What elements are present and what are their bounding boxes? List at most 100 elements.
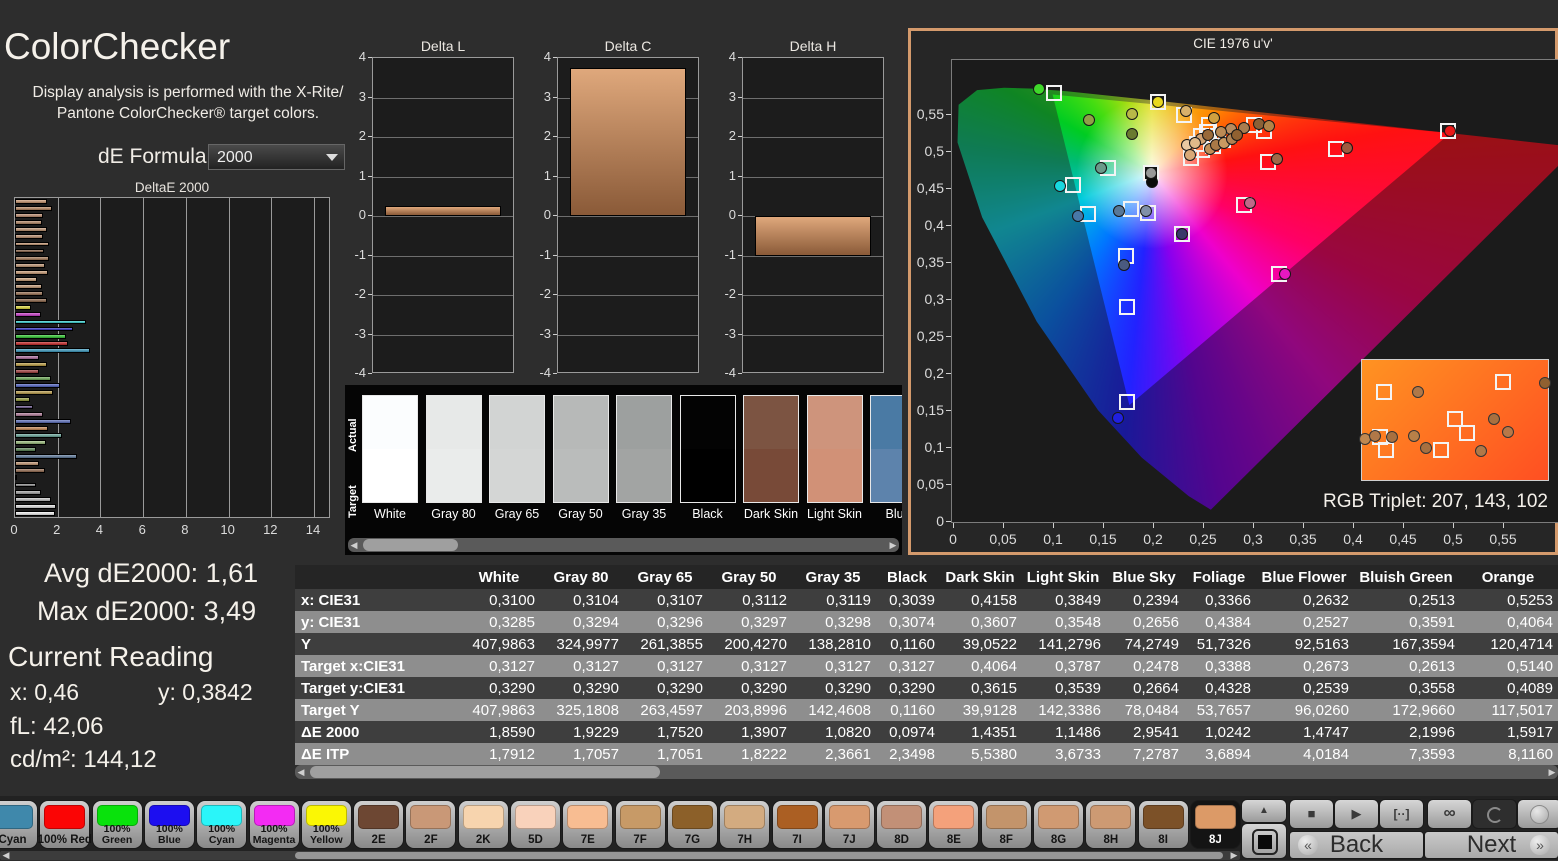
- swatch-actual: [427, 396, 481, 449]
- max-de2000-value: Max dE2000: 3,49: [37, 596, 256, 627]
- table-cell: 0,2656: [1109, 611, 1187, 633]
- single-measure-button[interactable]: [··]: [1380, 800, 1423, 828]
- play-button[interactable]: ▶: [1335, 800, 1378, 828]
- y-tick-label: 0: [527, 207, 551, 222]
- current-reading-label: Current Reading: [8, 641, 213, 673]
- patch-button-8j[interactable]: 8J: [1191, 801, 1240, 848]
- scroll-right-icon[interactable]: ▶: [1228, 849, 1240, 861]
- patch-button-7j[interactable]: 7J: [825, 801, 874, 848]
- patch-label: 2E: [350, 835, 407, 846]
- stop-button[interactable]: ■: [1290, 800, 1333, 828]
- patch-button-8d[interactable]: 8D: [877, 801, 926, 848]
- table-cell: 0,4384: [1187, 611, 1259, 633]
- patch-button-2k[interactable]: 2K: [459, 801, 508, 848]
- circle-icon: [1530, 805, 1549, 824]
- scroll-right-icon[interactable]: ▶: [887, 539, 899, 551]
- target-marker: [1046, 85, 1062, 101]
- scroll-left-icon[interactable]: ◀: [348, 539, 360, 551]
- table-cell: 74,2749: [1109, 633, 1187, 655]
- pattern-window-button[interactable]: [1242, 824, 1286, 858]
- scroll-up-button[interactable]: ▲: [1242, 800, 1286, 822]
- table-cell: 261,3855: [627, 633, 711, 655]
- cie-x-tick-label: 0,4: [1333, 531, 1373, 547]
- table-cell: 1,7912: [463, 743, 543, 765]
- cie-diagram-panel: CIE 1976 u'v' RGB Triplet: 207, 143, 102…: [908, 28, 1558, 555]
- back-arrow-icon: «: [1298, 835, 1318, 855]
- y-tick-label: 2: [712, 128, 736, 143]
- measured-point-marker: [1180, 105, 1192, 117]
- patch-button-7g[interactable]: 7G: [668, 801, 717, 848]
- cie-x-tick-label: 0,45: [1383, 531, 1423, 547]
- x-tick-label: 8: [173, 522, 197, 537]
- patch-button-cyan[interactable]: Cyan: [0, 801, 37, 848]
- patch-button-100-cyan[interactable]: 100%Cyan: [197, 801, 246, 848]
- pattern-frame-icon: [1252, 829, 1278, 855]
- gridline: [743, 295, 883, 296]
- patch-button-2f[interactable]: 2F: [406, 801, 455, 848]
- table-cell: 1,9229: [543, 721, 627, 743]
- deltae-bar: [15, 426, 48, 431]
- y-tick: [368, 294, 372, 295]
- measured-point-marker: [1208, 112, 1220, 124]
- inset-measured-marker: [1475, 445, 1487, 457]
- table-scrollbar-thumb[interactable]: [310, 766, 660, 778]
- y-tick: [553, 334, 557, 335]
- cie-y-tick-label: 0,25: [911, 328, 944, 344]
- patch-button-8g[interactable]: 8G: [1034, 801, 1083, 848]
- scroll-left-icon[interactable]: ◀: [0, 849, 12, 861]
- table-scrollbar[interactable]: ◀ ▶: [295, 765, 1558, 779]
- table-cell: 96,0260: [1259, 699, 1357, 721]
- continuous-measure-button[interactable]: ∞: [1428, 800, 1471, 828]
- table-cell: 39,0522: [943, 633, 1025, 655]
- patch-button-100-green[interactable]: 100%Green: [93, 801, 142, 848]
- swatch-scrollbar-thumb[interactable]: [363, 539, 458, 551]
- patch-button-7e[interactable]: 7E: [563, 801, 612, 848]
- de-formula-dropdown[interactable]: 2000: [208, 144, 345, 170]
- scroll-left-icon[interactable]: ◀: [295, 766, 307, 778]
- patch-button-100-yellow[interactable]: 100%Yellow: [302, 801, 351, 848]
- patch-button-5d[interactable]: 5D: [511, 801, 560, 848]
- swatch-scrollbar[interactable]: ◀ ▶: [348, 538, 899, 552]
- table-row: ΔE ITP1,79121,70571,70511,82222,36612,34…: [295, 743, 1558, 765]
- patch-button-100-blue[interactable]: 100%Blue: [145, 801, 194, 848]
- blank-button[interactable]: [1518, 800, 1558, 828]
- table-cell: 0,4064: [943, 655, 1025, 677]
- table-cell: 0,1160: [879, 633, 943, 655]
- column-header: Orange: [1463, 565, 1558, 589]
- inset-measured-marker: [1420, 442, 1432, 454]
- patch-button-7i[interactable]: 7I: [773, 801, 822, 848]
- patch-label: 100%Magenta: [246, 824, 303, 846]
- patch-scrollbar-thumb[interactable]: [295, 852, 1223, 859]
- cie-y-tick-label: 0,15: [911, 402, 944, 418]
- patch-label: 8G: [1030, 835, 1087, 846]
- patch-label: 2F: [402, 835, 459, 846]
- patch-button-8e[interactable]: 8E: [929, 801, 978, 848]
- back-button[interactable]: « Back: [1290, 832, 1423, 858]
- x-tick-label: 0: [2, 522, 26, 537]
- measured-point-marker: [1072, 210, 1084, 222]
- measured-point-marker: [1263, 120, 1275, 132]
- refresh-button[interactable]: [1473, 800, 1516, 828]
- x-tick-label: 2: [45, 522, 69, 537]
- cie-y-tick-label: 0,2: [911, 365, 944, 381]
- table-cell: 0,5253: [1463, 589, 1558, 611]
- next-button[interactable]: Next »: [1425, 832, 1558, 858]
- x-tick-label: 12: [258, 522, 282, 537]
- cie-x-tick: [1503, 523, 1504, 528]
- scroll-right-icon[interactable]: ▶: [1546, 766, 1558, 778]
- y-tick-label: 4: [527, 49, 551, 64]
- patch-button-8h[interactable]: 8H: [1086, 801, 1135, 848]
- y-tick-label: 0: [342, 207, 366, 222]
- measured-point-marker: [1279, 268, 1291, 280]
- patch-scrollbar[interactable]: ◀ ▶: [0, 851, 1240, 860]
- patch-button-100-red[interactable]: 100% Red: [40, 801, 89, 848]
- patch-button-8i[interactable]: 8I: [1139, 801, 1188, 848]
- deltae-bar: [15, 412, 43, 417]
- inset-measured-marker: [1488, 413, 1500, 425]
- patch-button-100-magenta[interactable]: 100%Magenta: [250, 801, 299, 848]
- patch-button-7h[interactable]: 7H: [720, 801, 769, 848]
- patch-button-8f[interactable]: 8F: [982, 801, 1031, 848]
- deltae-bar: [15, 277, 37, 282]
- patch-button-2e[interactable]: 2E: [354, 801, 403, 848]
- patch-button-7f[interactable]: 7F: [616, 801, 665, 848]
